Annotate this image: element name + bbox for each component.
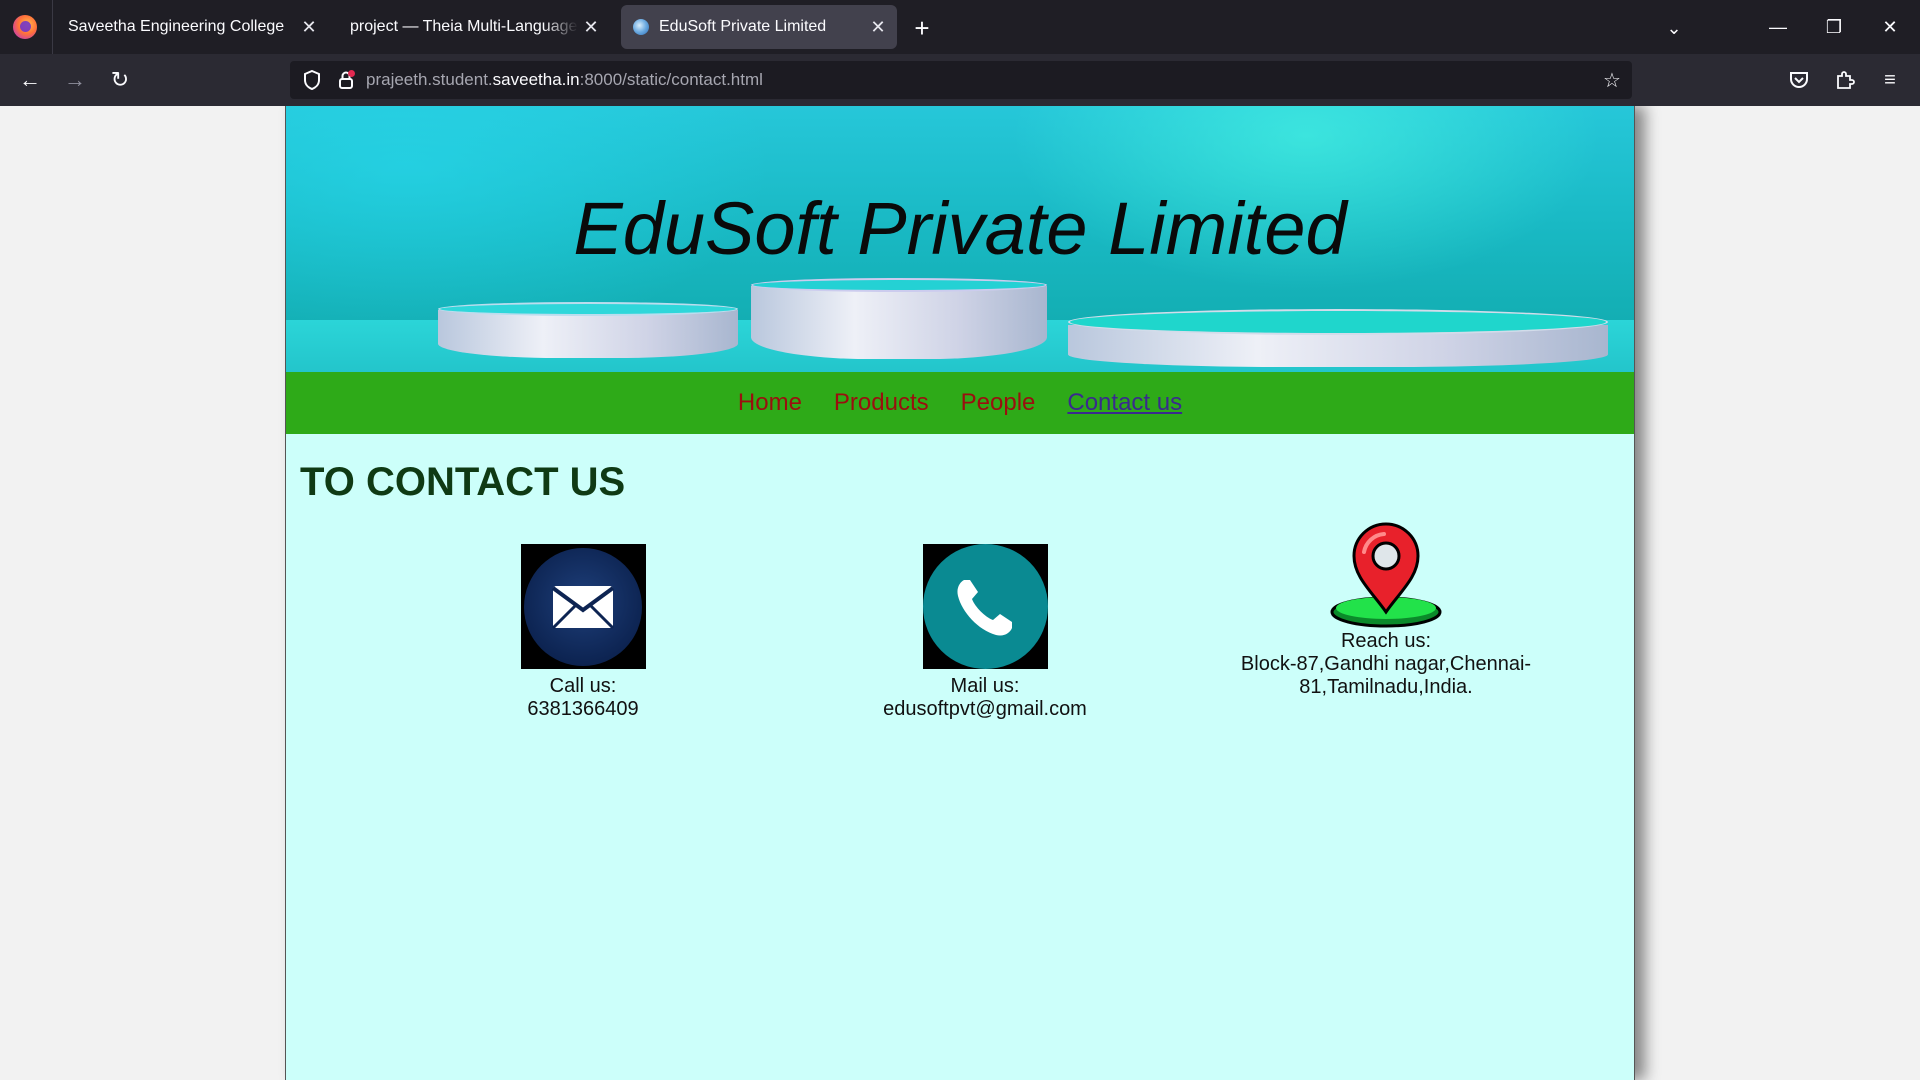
- tracking-shield-icon[interactable]: [300, 68, 324, 92]
- phone-icon: [922, 544, 1048, 669]
- contact-label: Call us:: [549, 675, 617, 697]
- contact-value[interactable]: edusoftpvt@gmail.com: [835, 698, 1135, 721]
- pedestal-center: [751, 278, 1047, 363]
- restore-button[interactable]: ❐: [1806, 0, 1862, 54]
- contact-mail: Mail us: edusoftpvt@gmail.com: [835, 544, 1135, 721]
- tab-theia-project[interactable]: project — Theia Multi-Language Explorer …: [336, 5, 610, 49]
- url-domain: saveetha.in: [492, 70, 580, 89]
- page-container: EduSoft Private Limited Home Products Pe…: [285, 106, 1635, 1080]
- reload-icon[interactable]: ↻: [102, 62, 138, 98]
- tab-title: Saveetha Engineering College: [68, 18, 285, 35]
- pocket-icon[interactable]: [1783, 64, 1815, 96]
- page-viewport: EduSoft Private Limited Home Products Pe…: [0, 106, 1920, 1080]
- firefox-logo-icon[interactable]: [13, 15, 37, 39]
- pedestal-left: [438, 302, 738, 362]
- browser-tab-bar: Saveetha Engineering College ✕ project —…: [0, 0, 1920, 54]
- contact-call: Call us: 6381366409: [433, 544, 733, 721]
- forward-arrow-icon[interactable]: →: [57, 62, 93, 98]
- url-path: :8000/static/contact.html: [579, 70, 763, 89]
- close-icon[interactable]: ✕: [296, 14, 322, 40]
- url-text[interactable]: prajeeth.student.saveetha.in:8000/static…: [366, 61, 763, 99]
- globe-favicon-icon: [633, 19, 649, 35]
- hamburger-menu-icon[interactable]: ≡: [1874, 64, 1906, 96]
- chevron-down-icon[interactable]: ⌄: [1660, 14, 1688, 42]
- pedestal-right: [1068, 309, 1608, 369]
- nav-home-link[interactable]: Home: [738, 389, 802, 417]
- address-bar[interactable]: prajeeth.student.saveetha.in:8000/static…: [290, 61, 1632, 99]
- minimize-button[interactable]: —: [1750, 0, 1806, 54]
- nav-products-link[interactable]: Products: [834, 389, 929, 417]
- insecure-lock-icon[interactable]: [334, 68, 358, 92]
- location-pin-icon: [1324, 522, 1449, 630]
- close-icon[interactable]: ✕: [578, 14, 604, 40]
- nav-people-link[interactable]: People: [961, 389, 1036, 417]
- site-title: EduSoft Private Limited: [573, 187, 1347, 270]
- page-heading: TO CONTACT US: [300, 460, 626, 504]
- tab-title: project — Theia Multi-Language Explorer: [350, 18, 578, 35]
- back-arrow-icon[interactable]: ←: [12, 62, 48, 98]
- nav-contact-link[interactable]: Contact us: [1067, 389, 1182, 417]
- contact-label: Reach us:: [1340, 630, 1432, 652]
- url-prefix: prajeeth.student.: [366, 70, 493, 89]
- header-banner: EduSoft Private Limited: [286, 106, 1634, 372]
- mail-icon: [520, 544, 646, 669]
- window-close-button[interactable]: ✕: [1862, 0, 1918, 54]
- close-icon[interactable]: ✕: [865, 14, 891, 40]
- contact-label: Mail us:: [950, 675, 1020, 697]
- tab-edusoft-active[interactable]: EduSoft Private Limited ✕: [621, 5, 897, 49]
- bookmark-star-icon[interactable]: ☆: [1600, 68, 1624, 92]
- tab-saveetha[interactable]: Saveetha Engineering College ✕: [56, 5, 328, 49]
- contact-address: Reach us: Block-87,Gandhi nagar,Chennai-…: [1236, 522, 1536, 699]
- browser-nav-bar: ← → ↻ prajeeth.student.saveetha.in:8000/…: [0, 54, 1920, 106]
- contact-value: Block-87,Gandhi nagar,Chennai-81,Tamilna…: [1240, 653, 1532, 698]
- contact-value: 6381366409: [527, 698, 639, 720]
- tab-title: EduSoft Private Limited: [659, 18, 827, 35]
- extensions-icon[interactable]: [1829, 64, 1861, 96]
- main-nav: Home Products People Contact us: [286, 372, 1634, 434]
- tab-separator: [52, 0, 53, 54]
- new-tab-button[interactable]: +: [906, 12, 938, 44]
